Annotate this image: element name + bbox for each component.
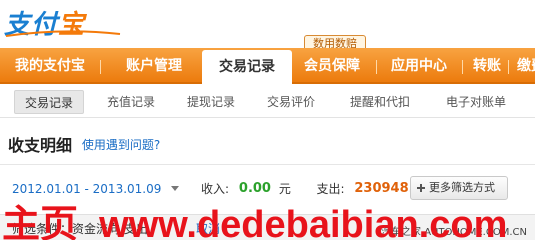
nav-account-management[interactable]: 账户管理 (112, 48, 196, 84)
help-link[interactable]: 使用遇到问题? (82, 136, 160, 153)
nav-divider (462, 60, 463, 74)
sub-nav: 交易记录 充值记录 提现记录 交易评价 提醒和代扣 电子对账单 (0, 86, 535, 118)
subtab-transaction-records[interactable]: 交易记录 (14, 90, 84, 114)
chevron-down-icon[interactable] (171, 186, 180, 191)
main-nav: 我的支付宝 账户管理 交易记录 会员保障 应用中心 转账 缴费 (0, 48, 535, 86)
nav-transaction-records[interactable]: 交易记录 (202, 50, 292, 86)
nav-transfer[interactable]: 转账 (470, 48, 504, 84)
nav-divider (508, 60, 509, 74)
nav-my-alipay[interactable]: 我的支付宝 (14, 48, 86, 84)
subtab-transaction-reviews[interactable]: 交易评价 (258, 90, 324, 114)
nav-divider (100, 60, 101, 74)
page-title: 收支明细 (8, 136, 73, 155)
title-row: 收支明细 使用遇到问题? (8, 132, 160, 155)
nav-app-center[interactable]: 应用中心 (386, 48, 452, 84)
subtab-recharge-records[interactable]: 充值记录 (98, 90, 164, 114)
subtab-e-statement[interactable]: 电子对账单 (436, 90, 516, 114)
subtab-withdraw-records[interactable]: 提现记录 (178, 90, 244, 114)
nav-payment[interactable]: 缴费 (514, 48, 535, 84)
site-watermark: 主页_www.dedebaibian.com (2, 204, 508, 240)
section-divider (0, 164, 535, 165)
logo-swoosh (5, 30, 121, 37)
nav-divider (376, 60, 377, 74)
subtab-reminders-autopay[interactable]: 提醒和代扣 (340, 90, 420, 114)
plus-icon (417, 184, 425, 192)
nav-member-protection[interactable]: 会员保障 (298, 48, 366, 84)
alipay-logo[interactable]: 支付宝 (4, 4, 132, 40)
